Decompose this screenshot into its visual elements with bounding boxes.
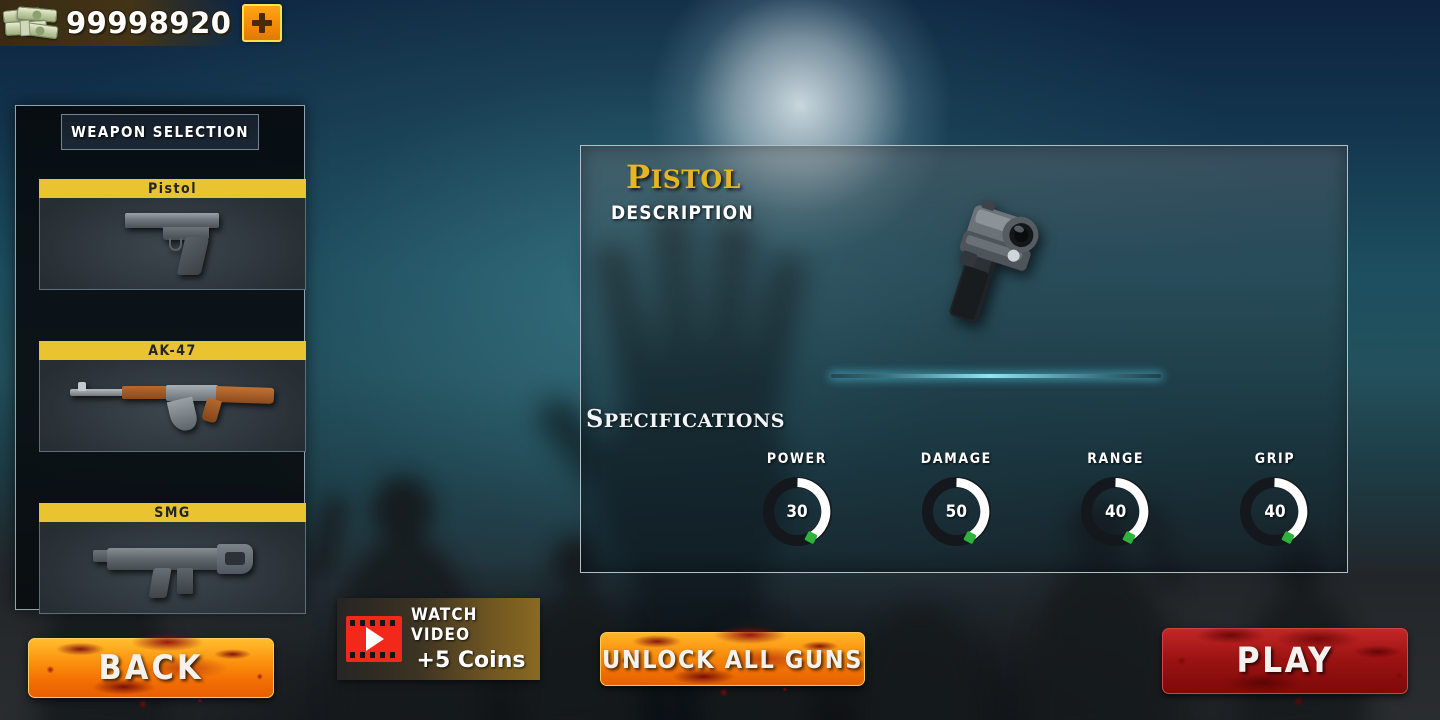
weapon-card-ak47[interactable]: AK-47 [39, 341, 306, 452]
watch-video-title: WATCH VIDEO [411, 605, 478, 645]
unlock-all-guns-button[interactable]: UNLOCK ALL GUNS [587, 619, 878, 699]
ak47-icon [69, 380, 276, 434]
back-button-label: BACK [98, 648, 204, 688]
pistol-3d-render [949, 200, 1039, 323]
stat-value: 40 [1105, 501, 1127, 522]
coin-amount: 99998920 [66, 6, 232, 40]
back-button[interactable]: BACK [15, 625, 287, 711]
game-screen: 99998920 WEAPON SELECTION Pistol AK-47 S… [0, 0, 1440, 720]
specifications-stats-row: POWER 30 DAMAGE 50 RANGE 40 GRIP 40 [731, 451, 1341, 551]
weapon-card-thumbnail [39, 522, 306, 614]
currency-hud: 99998920 [0, 0, 283, 46]
stat-value: 50 [945, 501, 967, 522]
specifications-label: SPECIFICATIONS [586, 404, 785, 433]
stat-ring-damage: 50 [920, 475, 993, 548]
stat-grip: GRIP 40 [1209, 451, 1341, 551]
section-divider [831, 374, 1161, 378]
stat-value: 30 [786, 501, 808, 522]
weapon-card-label: SMG [39, 503, 306, 522]
weapon-selection-title: WEAPON SELECTION [61, 114, 259, 150]
pistol-icon [124, 212, 221, 275]
stat-ring-range: 40 [1079, 475, 1152, 548]
smg-icon [89, 538, 257, 598]
weapon-card-smg[interactable]: SMG [39, 503, 306, 614]
stat-power: POWER 30 [731, 451, 863, 551]
stat-label: POWER [766, 451, 828, 467]
weapon-card-label: Pistol [39, 179, 306, 198]
play-button[interactable]: PLAY [1149, 615, 1421, 707]
weapon-selection-panel: WEAPON SELECTION Pistol AK-47 SMG [15, 105, 306, 614]
stat-label: GRIP [1254, 451, 1296, 467]
weapon-card-thumbnail [39, 198, 306, 290]
watch-video-button[interactable]: WATCH VIDEO +5 Coins [337, 598, 540, 680]
stat-label: DAMAGE [920, 451, 992, 467]
weapon-card-label: AK-47 [39, 341, 306, 360]
add-coins-button[interactable] [242, 4, 283, 42]
weapon-detail-panel: PISTOL DESCRIPTION SPECIFICATIONS POWER … [580, 145, 1348, 573]
watch-video-reward: +5 Coins [416, 648, 526, 673]
stat-damage: DAMAGE 50 [890, 451, 1022, 551]
stat-range: RANGE 40 [1050, 451, 1182, 551]
video-play-icon [346, 616, 402, 662]
watch-video-text: WATCH VIDEO +5 Coins [411, 605, 531, 673]
unlock-all-guns-label: UNLOCK ALL GUNS [601, 644, 864, 674]
stat-label: RANGE [1087, 451, 1145, 467]
money-stack-icon [2, 6, 60, 40]
weapon-detail-title: PISTOL [626, 158, 741, 196]
weapon-card-pistol[interactable]: Pistol [39, 179, 306, 290]
play-button-label: PLAY [1236, 641, 1334, 681]
stat-value: 40 [1264, 501, 1286, 522]
stat-ring-grip: 40 [1238, 475, 1311, 548]
description-label: DESCRIPTION [611, 202, 754, 224]
stat-ring-power: 30 [761, 475, 834, 548]
weapon-card-thumbnail [39, 360, 306, 452]
